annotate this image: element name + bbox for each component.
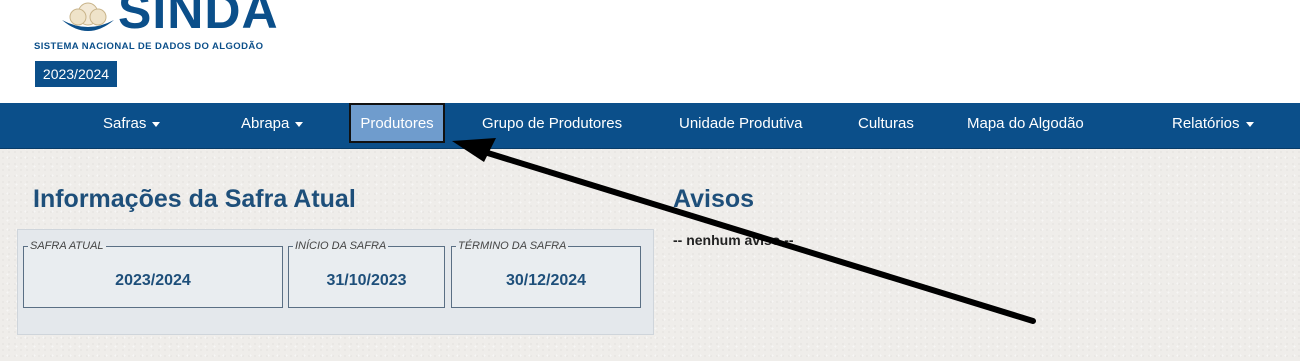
season-end-box: TÉRMINO DA SAFRA 30/12/2024 bbox=[451, 240, 641, 308]
nav-culturas[interactable]: Culturas bbox=[858, 103, 914, 148]
caret-down-icon bbox=[295, 121, 304, 127]
season-start-value: 31/10/2023 bbox=[326, 272, 407, 289]
logo-text[interactable]: SINDA bbox=[118, 0, 279, 36]
season-start-legend: INÍCIO DA SAFRA bbox=[295, 240, 387, 252]
nav-label: Abrapa bbox=[241, 115, 290, 132]
nav-label: Relatórios bbox=[1172, 115, 1240, 132]
current-season-legend: SAFRA ATUAL bbox=[30, 240, 104, 252]
caret-down-icon bbox=[1245, 121, 1254, 127]
nav-abrapa-dropdown[interactable]: Abrapa bbox=[241, 103, 304, 148]
logo-subtitle: SISTEMA NACIONAL DE DADOS DO ALGODÃO bbox=[34, 41, 264, 52]
notices-title: Avisos bbox=[673, 185, 755, 213]
current-season-box: SAFRA ATUAL 2023/2024 bbox=[23, 240, 283, 308]
season-end-legend: TÉRMINO DA SAFRA bbox=[458, 240, 567, 252]
nav-relatorios-dropdown[interactable]: Relatórios bbox=[1172, 103, 1254, 148]
notices-empty-text: -- nenhum aviso -- bbox=[673, 232, 794, 248]
season-start-box: INÍCIO DA SAFRA 31/10/2023 bbox=[288, 240, 445, 308]
nav-label: Safras bbox=[103, 115, 147, 132]
site-header: SINDA SISTEMA NACIONAL DE DADOS DO ALGOD… bbox=[0, 0, 1300, 103]
season-end-value: 30/12/2024 bbox=[505, 272, 587, 289]
nav-grupo-de-produtores[interactable]: Grupo de Produtores bbox=[482, 103, 622, 148]
caret-down-icon bbox=[152, 121, 161, 127]
cotton-flower-logo-icon bbox=[62, 2, 114, 31]
season-badge: 2023/2024 bbox=[35, 61, 117, 87]
nav-produtores[interactable]: Produtores bbox=[349, 103, 445, 143]
current-season-value: 2023/2024 bbox=[115, 272, 191, 289]
main-navbar: Safras Abrapa Grupo de Produtores Unidad… bbox=[0, 103, 1300, 149]
nav-mapa-do-algodao[interactable]: Mapa do Algodão bbox=[967, 103, 1084, 148]
safra-info-title: Informações da Safra Atual bbox=[33, 185, 356, 213]
nav-unidade-produtiva[interactable]: Unidade Produtiva bbox=[679, 103, 802, 148]
nav-safras-dropdown[interactable]: Safras bbox=[103, 103, 161, 148]
